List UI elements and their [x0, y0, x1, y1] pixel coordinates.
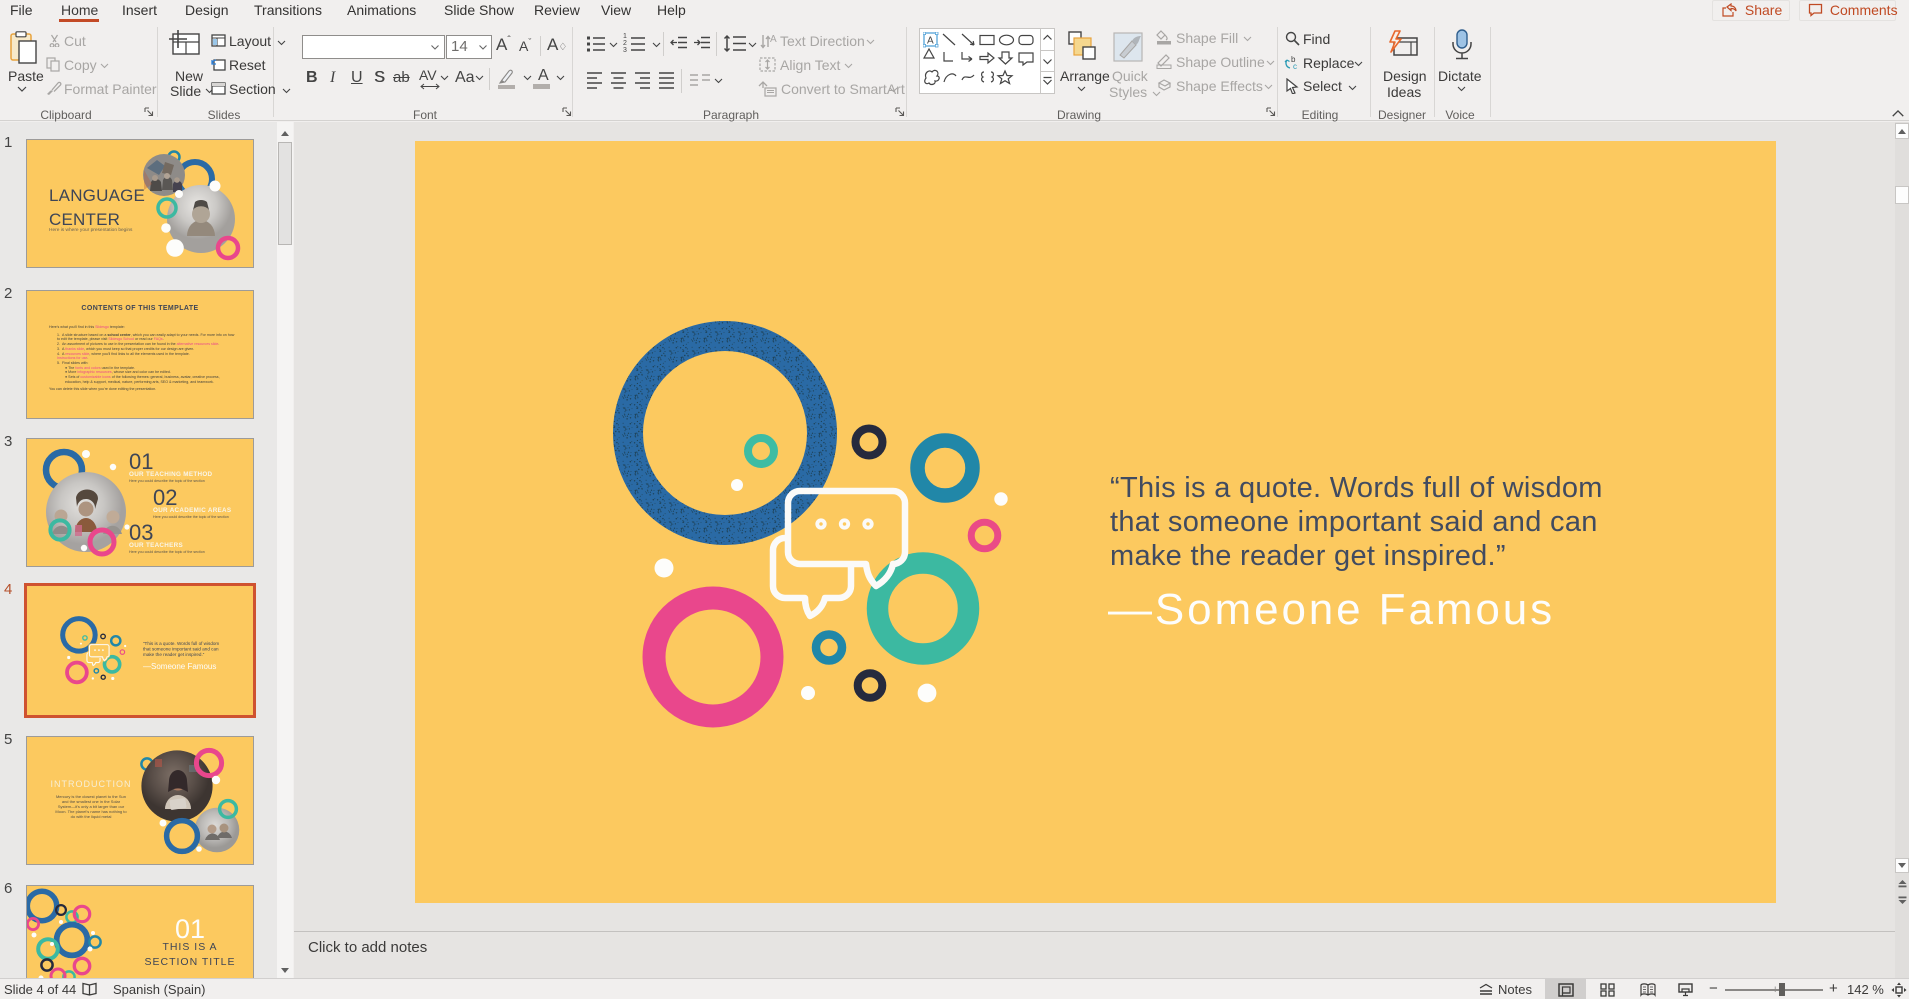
svg-text:do with the liquid metal: do with the liquid metal	[71, 814, 112, 819]
svg-text:OUR TEACHERS: OUR TEACHERS	[129, 542, 183, 549]
svg-text:CENTER: CENTER	[49, 210, 120, 229]
svg-text:that someone important said an: that someone important said and can	[143, 647, 219, 652]
svg-text:THIS IS A: THIS IS A	[162, 941, 217, 953]
svg-text:A: A	[927, 36, 934, 47]
svg-text:c: c	[1293, 62, 1297, 70]
svg-text:“This is a quote. Words full o: “This is a quote. Words full of wisdom	[143, 641, 219, 646]
svg-text:—Someone Famous: —Someone Famous	[143, 662, 216, 671]
svg-text:LANGUAGE: LANGUAGE	[49, 186, 145, 205]
svg-text:Here you could describe the to: Here you could describe the topic of the…	[153, 515, 229, 519]
svg-text:INTRODUCTION: INTRODUCTION	[51, 779, 132, 789]
svg-text:OUR ACADEMIC AREAS: OUR ACADEMIC AREAS	[153, 507, 231, 514]
svg-text:A: A	[770, 34, 777, 45]
svg-text:01: 01	[175, 914, 205, 944]
svg-text:SECTION TITLE: SECTION TITLE	[145, 956, 236, 968]
svg-text:Here is where your presentatio: Here is where your presentation begins	[49, 227, 133, 233]
svg-text:OUR TEACHING METHOD: OUR TEACHING METHOD	[129, 471, 213, 478]
svg-text:make the reader get inspired.”: make the reader get inspired.”	[143, 652, 205, 657]
svg-text:Here you could describe the to: Here you could describe the topic of the…	[129, 550, 205, 554]
svg-text:Here you could describe the to: Here you could describe the topic of the…	[129, 479, 205, 483]
